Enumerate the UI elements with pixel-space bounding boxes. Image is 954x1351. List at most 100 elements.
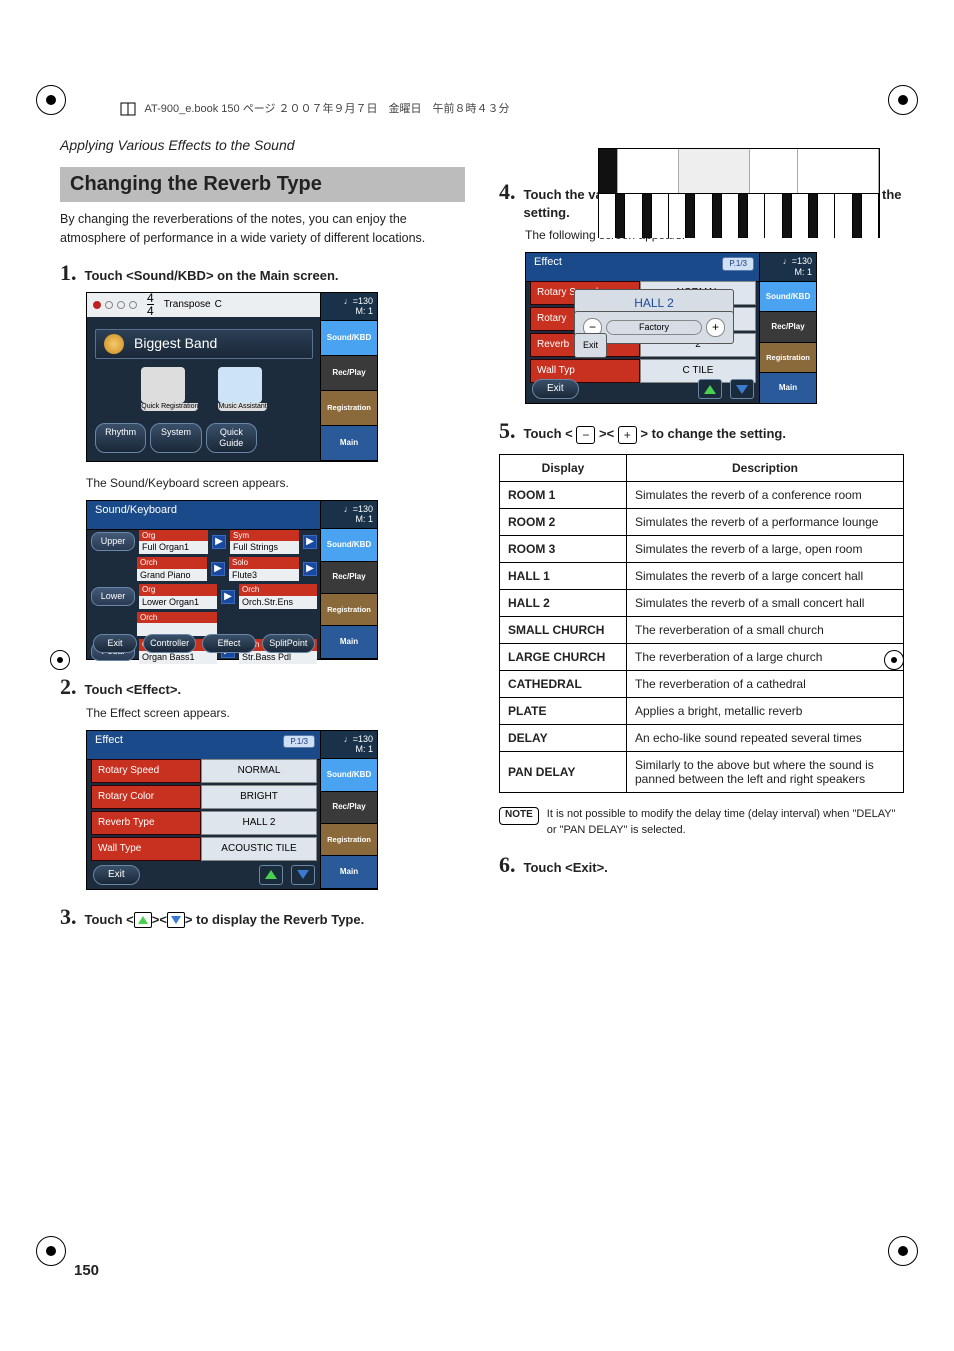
reverb-description: The reverberation of a cathedral — [627, 671, 904, 698]
exit-button[interactable]: Exit — [93, 634, 137, 653]
effect-row-value[interactable]: HALL 2 — [201, 811, 317, 835]
table-row: HALL 2Simulates the reverb of a small co… — [500, 590, 904, 617]
chevron-right-icon[interactable]: ▶ — [212, 535, 226, 549]
step-6: 6. Touch <Exit>. — [499, 852, 904, 878]
reverb-description: Similarly to the above but where the sou… — [627, 752, 904, 793]
tempo-indicator: ♩=130M: 1 — [321, 501, 377, 530]
book-icon — [120, 101, 136, 117]
main-button[interactable]: Main — [321, 426, 377, 461]
exit-button[interactable]: Exit — [532, 379, 579, 399]
registration-button[interactable]: Registration — [321, 824, 377, 856]
factory-button[interactable]: Factory — [606, 320, 702, 335]
rec-play-button[interactable]: Rec/Play — [760, 312, 816, 342]
step-2-sub: The Effect screen appears. — [86, 706, 465, 720]
voice-value[interactable]: Organ Bass1 — [139, 651, 217, 664]
up-arrow-button[interactable] — [259, 865, 283, 885]
voice-value[interactable]: Str.Bass Pdl — [239, 651, 317, 664]
rec-play-button[interactable]: Rec/Play — [321, 356, 377, 391]
chevron-right-icon[interactable]: ▶ — [303, 562, 317, 576]
chevron-right-icon[interactable]: ▶ — [221, 590, 235, 604]
crop-mark — [50, 650, 70, 670]
reverb-description: Applies a bright, metallic reverb — [627, 698, 904, 725]
minus-key-icon: − — [576, 426, 595, 444]
plus-button[interactable]: + — [706, 318, 725, 336]
rec-play-button[interactable]: Rec/Play — [321, 562, 377, 594]
effect-row-value[interactable]: BRIGHT — [201, 785, 317, 809]
effect-button[interactable]: Effect — [202, 634, 255, 653]
step-text: Touch <Sound/KBD> on the Main screen. — [85, 267, 339, 285]
up-arrow-button[interactable] — [698, 379, 722, 399]
voice-value[interactable]: Grand Piano — [137, 569, 207, 582]
crop-mark — [36, 1236, 66, 1266]
cat-label: Sym — [230, 530, 299, 542]
reverb-name: DELAY — [500, 725, 627, 752]
page-indicator[interactable]: P.1/3 — [283, 735, 315, 749]
reverb-description: An echo-like sound repeated several time… — [627, 725, 904, 752]
effect-screen: Effect P.1/3 ♩=130M: 1 Sound/KBD Rec/Pla… — [86, 730, 378, 890]
reverb-description: Simulates the reverb of a performance lo… — [627, 509, 904, 536]
main-button[interactable]: Main — [321, 856, 377, 888]
effect-row[interactable]: Wall TypeACOUSTIC TILE — [91, 837, 317, 861]
tempo-indicator: ♩=130M: 1 — [321, 293, 377, 322]
step-1-sub: The Sound/Keyboard screen appears. — [86, 476, 465, 490]
effect-row-value[interactable]: ACOUSTIC TILE — [201, 837, 317, 861]
quick-guide-button[interactable]: Quick Guide — [206, 423, 257, 453]
splitpoint-button[interactable]: SplitPoint — [262, 634, 315, 653]
sound-kbd-button[interactable]: Sound/KBD — [321, 529, 377, 561]
crop-mark — [888, 1236, 918, 1266]
page-indicator[interactable]: P.1/3 — [722, 257, 754, 271]
reverb-description: Simulates the reverb of a conference roo… — [627, 482, 904, 509]
voice-value[interactable]: Full Strings — [230, 541, 299, 554]
music-assistant-icon[interactable] — [218, 367, 262, 403]
reverb-name: PAN DELAY — [500, 752, 627, 793]
step-text: Touch < − >< + > to change the setting. — [524, 425, 786, 444]
system-button[interactable]: System — [150, 423, 201, 453]
reverb-description: The reverberation of a small church — [627, 617, 904, 644]
sound-kbd-button[interactable]: Sound/KBD — [321, 759, 377, 791]
down-arrow-button[interactable] — [730, 379, 754, 399]
style-band[interactable]: Biggest Band — [95, 329, 313, 359]
voice-value[interactable]: Orch.Str.Ens — [239, 596, 317, 609]
voice-value[interactable]: Lower Organ1 — [139, 596, 217, 609]
effect-row[interactable]: Rotary SpeedNORMAL — [91, 759, 317, 783]
step-num: 4. — [499, 179, 516, 205]
quick-registration-icon[interactable] — [141, 367, 185, 403]
note-tag: NOTE — [499, 807, 539, 825]
registration-button[interactable]: Registration — [321, 391, 377, 426]
lower-part-button[interactable]: Lower — [91, 587, 135, 606]
rhythm-button[interactable]: Rhythm — [95, 423, 146, 453]
voice-value[interactable]: Full Organ1 — [139, 541, 208, 554]
registration-button[interactable]: Registration — [321, 594, 377, 626]
section-title: Changing the Reverb Type — [60, 167, 465, 202]
sound-kbd-button[interactable]: Sound/KBD — [760, 282, 816, 312]
table-row: ROOM 3Simulates the reverb of a large, o… — [500, 536, 904, 563]
exit-button[interactable]: Exit — [93, 865, 140, 885]
sound-kbd-button[interactable]: Sound/KBD — [321, 321, 377, 356]
table-head-description: Description — [627, 455, 904, 482]
overlay-exit[interactable]: Exit — [574, 333, 607, 358]
voice-value[interactable]: Flute3 — [229, 569, 299, 582]
upper-part-button[interactable]: Upper — [91, 532, 135, 551]
chevron-right-icon[interactable]: ▶ — [211, 562, 225, 576]
style-icon — [104, 334, 124, 354]
registration-button[interactable]: Registration — [760, 343, 816, 373]
effect-row[interactable]: Reverb TypeHALL 2 — [91, 811, 317, 835]
cat-label: Org — [139, 584, 217, 596]
reverb-description: Simulates the reverb of a large, open ro… — [627, 536, 904, 563]
effect-row[interactable]: Rotary ColorBRIGHT — [91, 785, 317, 809]
rec-play-button[interactable]: Rec/Play — [321, 792, 377, 824]
main-button[interactable]: Main — [321, 626, 377, 658]
beat-dots — [93, 301, 137, 309]
intro-text: By changing the reverberations of the no… — [60, 210, 465, 248]
chevron-right-icon[interactable]: ▶ — [303, 535, 317, 549]
controller-button[interactable]: Controller — [143, 634, 196, 653]
table-head-display: Display — [500, 455, 627, 482]
down-arrow-button[interactable] — [291, 865, 315, 885]
effect-row-label: Wall Type — [91, 837, 201, 861]
main-button[interactable]: Main — [760, 373, 816, 403]
sound-keyboard-screen: Sound/Keyboard ♩=130M: 1 Sound/KBD Rec/P… — [86, 500, 378, 660]
table-row: ROOM 2Simulates the reverb of a performa… — [500, 509, 904, 536]
effect-row-value[interactable]: NORMAL — [201, 759, 317, 783]
overlay-value: HALL 2 — [583, 296, 725, 310]
table-row: PLATEApplies a bright, metallic reverb — [500, 698, 904, 725]
